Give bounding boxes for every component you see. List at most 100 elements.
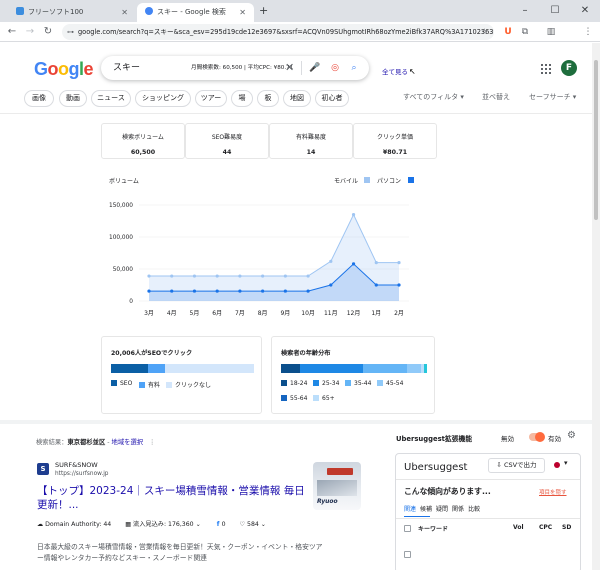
- legend-paid: 有料: [139, 380, 160, 389]
- account-avatar[interactable]: F: [561, 60, 577, 76]
- search-page: Google スキー 月間検索数: 60,500 | 平均CPC: ¥80.71…: [0, 43, 592, 570]
- choose-location-link[interactable]: 地域を選択: [112, 439, 143, 446]
- close-window-icon[interactable]: ✕: [570, 0, 600, 22]
- chevron-down-icon[interactable]: ▾: [564, 459, 568, 467]
- col-cpc: CPC: [539, 524, 553, 531]
- volume-summary: 月間検索数: 60,500 | 平均CPC: ¥80.71: [191, 65, 294, 71]
- x-tick-label: 7月: [235, 310, 245, 317]
- search-input[interactable]: スキー: [113, 56, 140, 80]
- tab-freesoft[interactable]: フリーソフト100 ✕: [8, 3, 136, 22]
- lens-icon[interactable]: ◎: [329, 62, 341, 74]
- scrollbar-thumb[interactable]: [594, 60, 598, 220]
- bar-segment-2: [362, 364, 407, 373]
- data-point: [329, 283, 333, 287]
- data-point: [215, 289, 219, 293]
- hide-items-link[interactable]: 項目を隠す: [539, 488, 567, 496]
- chip-images[interactable]: 画像: [24, 90, 54, 107]
- legend-label-pc: パソコン: [377, 178, 402, 185]
- close-tab-icon[interactable]: ✕: [239, 3, 246, 22]
- x-tick-label: 11月: [324, 310, 338, 317]
- metric-value: 60,500: [130, 149, 156, 156]
- result-thumbnail[interactable]: Ryuoo: [313, 462, 361, 510]
- section-divider: [0, 420, 592, 424]
- chip-tour[interactable]: ツアー: [195, 90, 227, 107]
- select-all-checkbox[interactable]: [404, 525, 411, 532]
- divider: [396, 479, 580, 480]
- clear-icon[interactable]: ✕: [285, 56, 294, 80]
- metric-label: SEO難易度: [211, 134, 243, 141]
- forward-icon[interactable]: →: [23, 25, 37, 39]
- col-keyword: キーワード: [418, 526, 449, 533]
- data-point: [306, 274, 310, 278]
- toggle-on-label: 有効: [548, 435, 561, 443]
- reload-icon[interactable]: ↻: [41, 25, 55, 39]
- data-point: [238, 274, 242, 278]
- data-point: [397, 261, 401, 265]
- result-title-link[interactable]: 【トップ】2023-24｜スキー場積雪情報・営業情報 毎日更新！...: [37, 484, 305, 512]
- banner-shape: [327, 468, 353, 475]
- age-distribution-panel: 検索者の年齢分布 18-24 25-34 35-44 45-54 55-64 6…: [271, 336, 435, 414]
- close-tab-icon[interactable]: ✕: [121, 3, 128, 22]
- back-icon[interactable]: ←: [5, 25, 19, 39]
- bar-segment-3: [406, 364, 422, 373]
- thumb-text: Ryuoo: [317, 498, 338, 505]
- chip-board[interactable]: 板: [257, 90, 279, 107]
- metric-volume: 検索ボリューム 60,500: [101, 123, 185, 159]
- csv-export-button[interactable]: ⇩ CSVで出力: [488, 458, 545, 473]
- chip-news[interactable]: ニュース: [91, 90, 131, 107]
- metric-label: クリック単価: [376, 134, 413, 141]
- snow-slope-shape: [317, 480, 357, 496]
- panel-title: 検索者の年齢分布: [281, 350, 331, 357]
- mic-icon[interactable]: 🎤: [309, 62, 321, 74]
- data-point: [351, 262, 356, 266]
- row-checkbox[interactable]: [404, 551, 411, 558]
- tab-candidates[interactable]: 候補: [420, 506, 432, 513]
- toggle-off-label: 無効: [501, 435, 514, 443]
- tab-google-search[interactable]: スキー - Google 検索 ✕: [137, 3, 254, 22]
- site-info-icon[interactable]: ⊶: [67, 24, 74, 40]
- location-line: 検索結果：東京都杉並区 - 地域を選択 ⋮: [36, 439, 156, 446]
- result-snippet: 日本最大級のスキー場積雪情報・営業情報を毎日更新！天気・クーポン・イベント・格安…: [37, 543, 323, 562]
- search-icon[interactable]: ⌕: [348, 62, 360, 74]
- data-point: [147, 289, 151, 293]
- y-tick-label: 0: [129, 299, 133, 305]
- japan-flag-icon[interactable]: [554, 462, 560, 468]
- all-filters-button[interactable]: すべてのフィルタ ▾: [403, 92, 464, 102]
- x-tick-label: 10月: [301, 310, 315, 317]
- data-point: [261, 274, 265, 278]
- apps-grid-icon[interactable]: [541, 64, 551, 74]
- ubersuggest-extension-icon[interactable]: U: [502, 26, 514, 38]
- bookmark-star-icon[interactable]: ☆: [481, 24, 488, 40]
- tab-related[interactable]: 関連: [404, 506, 416, 513]
- tab-relations[interactable]: 関係: [452, 506, 464, 513]
- more-icon[interactable]: ⋮: [149, 439, 155, 446]
- google-logo[interactable]: Google: [34, 59, 94, 80]
- extension-toggle[interactable]: [529, 432, 545, 442]
- metric-label: 検索ボリューム: [122, 134, 164, 141]
- legend-55-64: 55-64: [281, 395, 307, 402]
- x-tick-label: 9月: [280, 310, 290, 317]
- chip-map[interactable]: 地図: [283, 90, 311, 107]
- maximize-icon[interactable]: ☐: [540, 0, 570, 22]
- chip-beginner[interactable]: 初心者: [315, 90, 349, 107]
- safesearch-button[interactable]: セーフサーチ ▾: [529, 92, 576, 102]
- settings-gear-icon[interactable]: ⚙: [567, 430, 576, 441]
- new-tab-button[interactable]: +: [259, 3, 268, 19]
- tab-compare[interactable]: 比較: [468, 506, 480, 513]
- trend-title: こんな傾向があります...: [404, 487, 491, 496]
- show-all-link[interactable]: 全て見る: [382, 66, 408, 76]
- side-panel-icon[interactable]: ▥: [545, 26, 557, 38]
- minimize-icon[interactable]: –: [510, 0, 540, 22]
- chip-videos[interactable]: 動画: [59, 90, 87, 107]
- sort-button[interactable]: 並べ替え: [482, 92, 510, 102]
- tab-questions[interactable]: 疑問: [436, 506, 448, 513]
- legend-45-54: 45-54: [377, 380, 403, 387]
- mouse-cursor-icon: ↖: [409, 67, 416, 76]
- search-box[interactable]: スキー 月間検索数: 60,500 | 平均CPC: ¥80.71 ✕ 🎤 ◎ …: [101, 56, 369, 80]
- address-bar[interactable]: ⊶ google.com/search?q=スキー&sca_esv=295d19…: [62, 24, 494, 40]
- chip-place[interactable]: 場: [231, 90, 253, 107]
- chip-shopping[interactable]: ショッピング: [135, 90, 191, 107]
- extensions-icon[interactable]: ⧉: [519, 26, 531, 38]
- x-tick-label: 5月: [190, 310, 200, 317]
- menu-kebab-icon[interactable]: ⋮: [582, 26, 594, 38]
